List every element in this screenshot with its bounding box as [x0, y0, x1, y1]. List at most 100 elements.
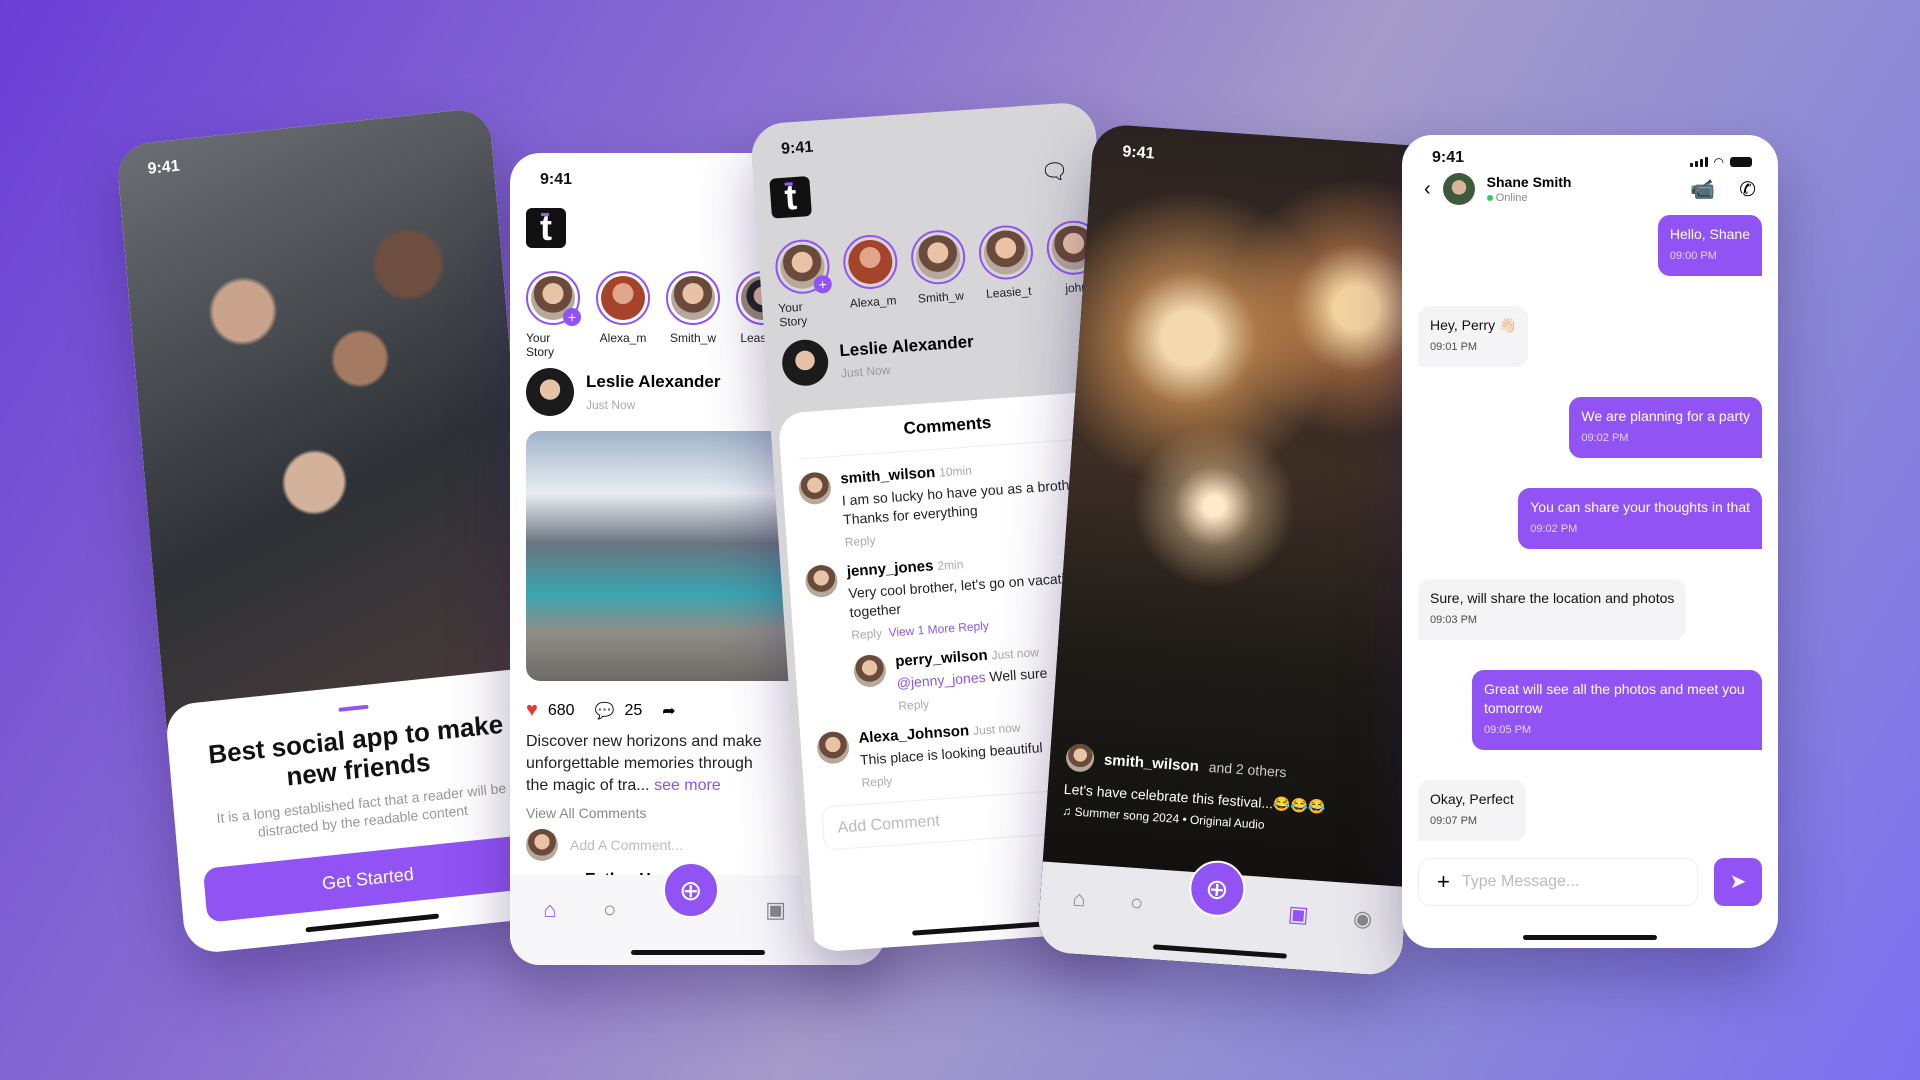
app-logo: t	[526, 208, 566, 248]
send-button[interactable]: ➤	[1714, 858, 1762, 906]
story-alexa[interactable]: Alexa_m	[596, 271, 650, 359]
comment-time: 2min	[936, 557, 964, 573]
received-message: Sure, will share the location and photos…	[1418, 579, 1687, 640]
battery-icon	[1730, 157, 1752, 167]
reels-icon[interactable]: ▣	[1287, 901, 1309, 928]
comments-title: Comments	[794, 405, 1102, 460]
avatar[interactable]	[780, 338, 830, 388]
comment-icon[interactable]: 💬	[595, 701, 615, 721]
comment-user[interactable]: smith_wilson	[840, 464, 936, 488]
reel-user[interactable]: smith_wilson	[1103, 751, 1199, 775]
sent-message: You can share your thoughts in that 09:02…	[1518, 488, 1762, 549]
post-author[interactable]: Leslie Alexander	[839, 331, 975, 360]
status-time: 9:41	[540, 171, 573, 188]
onboarding-card: Best social app to make new friends It i…	[164, 666, 560, 956]
music-icon: ♫	[1061, 803, 1072, 819]
status-time: 9:41	[147, 157, 181, 178]
message-composer: + Type Message... ➤	[1418, 858, 1762, 906]
message-text: Sure, will share the location and photos	[1430, 590, 1675, 606]
status-icons: ◠	[1689, 155, 1752, 169]
chat-header: ‹ Shane Smith Online 📹 ✆	[1424, 173, 1756, 205]
fireworks-video[interactable]	[1036, 123, 1459, 977]
signal-icon	[1689, 157, 1708, 167]
received-message: Hey, Perry 👋🏻 09:01 PM	[1418, 306, 1529, 367]
mention-link[interactable]: @jenny_jones	[896, 669, 986, 691]
message-time: 09:02 PM	[1530, 523, 1578, 535]
message-input[interactable]: + Type Message...	[1418, 858, 1698, 906]
stories-row: + Your Story Alexa_m Smith_w Leasie_t joh…	[773, 218, 1105, 330]
post-actions: ♥ 680 💬 25 ➦	[526, 699, 676, 722]
reply-link[interactable]: Reply	[851, 626, 883, 642]
story-label: Alexa_m	[599, 331, 647, 345]
view-all-comments[interactable]: View All Comments	[526, 805, 646, 821]
get-started-button[interactable]: Get Started	[202, 834, 533, 923]
status-time: 9:41	[1121, 143, 1156, 163]
reply-link[interactable]: Reply	[898, 689, 1050, 713]
attach-plus-icon[interactable]: +	[1437, 869, 1450, 895]
avatar[interactable]	[1065, 742, 1096, 773]
contact-name[interactable]: Shane Smith	[1487, 174, 1679, 190]
post-time: Just Now	[840, 362, 891, 380]
search-icon[interactable]: ○	[603, 897, 616, 923]
message-list: Hello, Shane 09:00 PM Hey, Perry 👋🏻 09:01 P…	[1418, 215, 1762, 841]
reels-icon[interactable]: ▣	[765, 897, 786, 923]
story-your-story[interactable]: + Your Story	[773, 237, 834, 330]
comment-text: Well sure	[988, 664, 1048, 685]
chat-phone: 9:41 ◠ ‹ Shane Smith Online 📹 ✆ Hello, S…	[1402, 135, 1778, 948]
create-post-button[interactable]: ⊕	[662, 862, 719, 918]
story-leasie[interactable]: Leasie_t	[977, 223, 1037, 316]
comment-item: smith_wilson 10min I am so lucky ho have y…	[797, 452, 1108, 552]
message-text: You can share your thoughts in that	[1530, 499, 1750, 515]
post-caption: Discover new horizons and make unforgett…	[526, 733, 762, 794]
comment-time: Just now	[972, 720, 1021, 738]
comment-user[interactable]: jenny_jones	[846, 557, 934, 580]
received-message: Okay, Perfect 09:07 PM	[1418, 780, 1526, 841]
story-label: Your Story	[777, 299, 808, 330]
search-icon[interactable]: ○	[1129, 890, 1144, 917]
add-story-icon[interactable]: +	[563, 308, 581, 326]
post-time: Just Now	[586, 398, 636, 412]
avatar	[526, 829, 558, 861]
video-call-icon[interactable]: 📹	[1690, 177, 1715, 202]
story-label: Smith_w	[669, 331, 716, 345]
message-text: Hello, Shane	[1669, 226, 1750, 242]
comment-user[interactable]: perry_wilson	[895, 647, 989, 670]
page-indicator	[337, 704, 369, 712]
profile-icon[interactable]: ◉	[1352, 905, 1373, 932]
home-icon[interactable]: ⌂	[1072, 886, 1087, 913]
message-placeholder: Type Message...	[1461, 873, 1580, 890]
phone-call-icon[interactable]: ✆	[1739, 177, 1756, 202]
like-count: 680	[547, 701, 575, 719]
story-label: Your Story	[526, 331, 555, 359]
sent-message: Hello, Shane 09:00 PM	[1657, 215, 1762, 276]
home-icon[interactable]: ⌂	[543, 897, 556, 923]
comment-count: 25	[624, 701, 643, 719]
see-more-link[interactable]: see more	[654, 777, 721, 794]
add-comment-input[interactable]: Add A Comment...	[570, 837, 683, 853]
post-header: Leslie Alexander Just Now	[780, 328, 976, 388]
message-text: Great will see all the photos and meet y…	[1484, 681, 1745, 716]
comment-user[interactable]: Alexa_Johnson	[858, 722, 970, 747]
avatar[interactable]	[526, 368, 574, 416]
story-smith[interactable]: Smith_w	[909, 228, 969, 320]
story-your-story[interactable]: + Your Story	[526, 271, 581, 359]
share-icon[interactable]: ➦	[662, 701, 675, 721]
app-logo: t	[769, 176, 812, 219]
post-author[interactable]: Leslie Alexander	[586, 372, 721, 392]
back-icon[interactable]: ‹	[1424, 178, 1431, 201]
messenger-icon[interactable]: 🗨	[1040, 158, 1070, 186]
contact-avatar[interactable]	[1442, 173, 1475, 205]
onboarding-phone: 9:41 Best social app to make new friends…	[115, 106, 560, 956]
comment-time: 10min	[938, 463, 973, 480]
message-time: 09:03 PM	[1430, 614, 1478, 626]
comment-time: Just now	[991, 645, 1040, 663]
message-time: 09:01 PM	[1430, 341, 1478, 353]
status-time: 9:41	[780, 138, 814, 158]
view-more-replies-link[interactable]: View 1 More Reply	[888, 619, 989, 640]
story-alexa[interactable]: Alexa_m	[841, 233, 901, 325]
sent-message: We are planning for a party 09:02 PM	[1569, 397, 1762, 458]
story-smith[interactable]: Smith_w	[666, 271, 720, 359]
add-comment-row: Add A Comment...	[526, 829, 683, 861]
heart-icon[interactable]: ♥	[526, 699, 538, 722]
message-text: Hey, Perry 👋🏻	[1430, 317, 1517, 333]
